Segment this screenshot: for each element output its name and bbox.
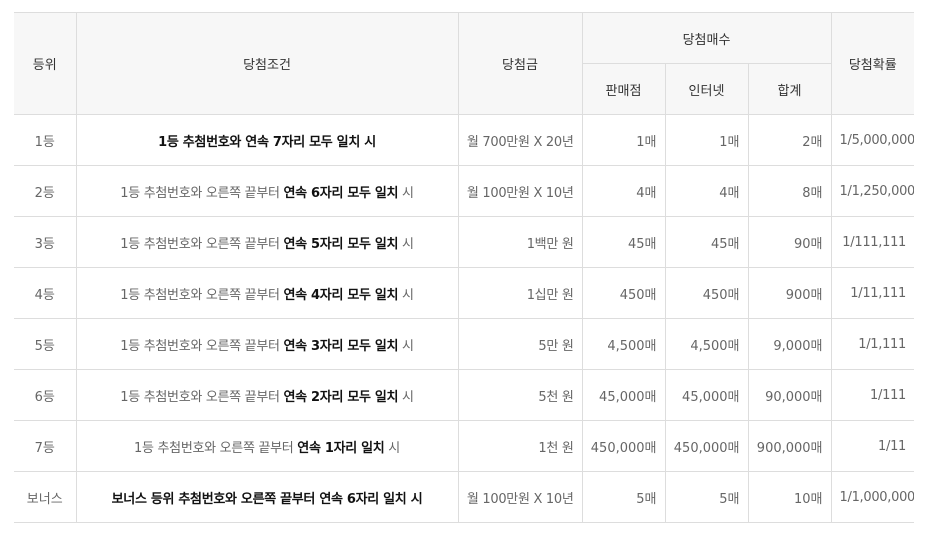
table-body: 1등 1등 추첨번호와 연속 7자리 모두 일치 시 월 700만원 X 20년… xyxy=(14,114,915,523)
condition-suffix: 시 xyxy=(398,287,414,303)
condition-suffix: 시 xyxy=(384,440,400,456)
internet-count-cell: 450매 xyxy=(664,267,749,319)
prize-cell: 월 700만원 X 20년 xyxy=(457,114,583,166)
header-store: 판매점 xyxy=(582,63,666,115)
prize-cell: 월 100만원 X 10년 xyxy=(457,471,583,523)
probability-cell: 1/111,111 xyxy=(830,216,915,268)
condition-cell: 보너스 등위 추첨번호와 오른쪽 끝부터 연속 6자리 일치 시 xyxy=(75,471,459,523)
store-count-cell: 45,000매 xyxy=(581,369,666,421)
prize-cell: 1천 원 xyxy=(457,420,583,472)
probability-cell: 1/1,000,000 xyxy=(830,471,915,523)
store-count-cell: 45매 xyxy=(581,216,666,268)
store-count-cell: 4,500매 xyxy=(581,318,666,370)
condition-suffix: 시 xyxy=(398,236,414,252)
condition-prefix: 1등 추첨번호와 오른쪽 끝부터 xyxy=(120,389,284,405)
condition-text: 1등 추첨번호와 연속 7자리 모두 일치 시 xyxy=(158,134,376,150)
condition-cell: 1등 추첨번호와 오른쪽 끝부터 연속 6자리 모두 일치 시 xyxy=(75,165,459,217)
rank-cell: 3등 xyxy=(14,216,77,268)
condition-cell: 1등 추첨번호와 오른쪽 끝부터 연속 4자리 모두 일치 시 xyxy=(75,267,459,319)
table-row: 4등 1등 추첨번호와 오른쪽 끝부터 연속 4자리 모두 일치 시 1십만 원… xyxy=(14,267,915,319)
rank-cell: 6등 xyxy=(14,369,77,421)
header-row-1: 등위 당첨조건 당첨금 당첨매수 당첨확률 xyxy=(14,12,915,115)
total-count-cell: 9,000매 xyxy=(747,318,832,370)
table-row: 1등 1등 추첨번호와 연속 7자리 모두 일치 시 월 700만원 X 20년… xyxy=(14,114,915,166)
total-count-cell: 900매 xyxy=(747,267,832,319)
table-row: 2등 1등 추첨번호와 오른쪽 끝부터 연속 6자리 모두 일치 시 월 100… xyxy=(14,165,915,217)
condition-cell: 1등 추첨번호와 연속 7자리 모두 일치 시 xyxy=(75,114,459,166)
condition-cell: 1등 추첨번호와 오른쪽 끝부터 연속 5자리 모두 일치 시 xyxy=(75,216,459,268)
probability-cell: 1/5,000,000 xyxy=(830,114,915,166)
internet-count-cell: 4,500매 xyxy=(664,318,749,370)
rank-cell: 7등 xyxy=(14,420,77,472)
table-row: 6등 1등 추첨번호와 오른쪽 끝부터 연속 2자리 모두 일치 시 5천 원 … xyxy=(14,369,915,421)
prize-table-container: 등위 당첨조건 당첨금 당첨매수 당첨확률 판매점 인터넷 합계 1등 1등 추… xyxy=(14,12,915,523)
probability-cell: 1/11,111 xyxy=(830,267,915,319)
total-count-cell: 90,000매 xyxy=(747,369,832,421)
condition-highlight: 연속 5자리 모두 일치 xyxy=(283,236,399,252)
prize-table: 등위 당첨조건 당첨금 당첨매수 당첨확률 판매점 인터넷 합계 1등 1등 추… xyxy=(14,12,915,523)
condition-prefix: 1등 추첨번호와 오른쪽 끝부터 xyxy=(134,440,298,456)
condition-cell: 1등 추첨번호와 오른쪽 끝부터 연속 3자리 모두 일치 시 xyxy=(75,318,459,370)
condition-cell: 1등 추첨번호와 오른쪽 끝부터 연속 2자리 모두 일치 시 xyxy=(75,369,459,421)
prize-cell: 5천 원 xyxy=(457,369,583,421)
internet-count-cell: 4매 xyxy=(664,165,749,217)
prize-cell: 5만 원 xyxy=(457,318,583,370)
internet-count-cell: 45매 xyxy=(664,216,749,268)
condition-highlight: 연속 1자리 일치 xyxy=(297,440,385,456)
prize-cell: 1십만 원 xyxy=(457,267,583,319)
condition-prefix: 1등 추첨번호와 오른쪽 끝부터 xyxy=(120,185,284,201)
total-count-cell: 2매 xyxy=(747,114,832,166)
probability-cell: 1/111 xyxy=(830,369,915,421)
total-count-cell: 8매 xyxy=(747,165,832,217)
table-row: 7등 1등 추첨번호와 오른쪽 끝부터 연속 1자리 일치 시 1천 원 450… xyxy=(14,420,915,472)
condition-text: 보너스 등위 추첨번호와 오른쪽 끝부터 연속 6자리 일치 시 xyxy=(111,491,423,507)
prize-cell: 월 100만원 X 10년 xyxy=(457,165,583,217)
condition-suffix: 시 xyxy=(398,185,414,201)
condition-suffix: 시 xyxy=(398,338,414,354)
condition-highlight: 연속 4자리 모두 일치 xyxy=(283,287,399,303)
table-header: 등위 당첨조건 당첨금 당첨매수 당첨확률 판매점 인터넷 합계 xyxy=(14,12,915,115)
header-probability: 당첨확률 xyxy=(830,12,915,115)
store-count-cell: 450,000매 xyxy=(581,420,666,472)
condition-highlight: 연속 3자리 모두 일치 xyxy=(283,338,399,354)
condition-highlight: 연속 6자리 모두 일치 xyxy=(283,185,399,201)
header-condition: 당첨조건 xyxy=(75,12,459,115)
table-row: 3등 1등 추첨번호와 오른쪽 끝부터 연속 5자리 모두 일치 시 1백만 원… xyxy=(14,216,915,268)
rank-cell: 4등 xyxy=(14,267,77,319)
condition-highlight: 연속 2자리 모두 일치 xyxy=(283,389,399,405)
store-count-cell: 5매 xyxy=(581,471,666,523)
header-winners: 당첨매수 xyxy=(581,12,832,64)
store-count-cell: 450매 xyxy=(581,267,666,319)
condition-suffix: 시 xyxy=(398,389,414,405)
total-count-cell: 10매 xyxy=(747,471,832,523)
header-total: 합계 xyxy=(747,63,832,115)
store-count-cell: 1매 xyxy=(581,114,666,166)
header-prize: 당첨금 xyxy=(457,12,583,115)
header-rank: 등위 xyxy=(14,12,77,115)
rank-cell: 보너스 xyxy=(14,471,77,523)
condition-cell: 1등 추첨번호와 오른쪽 끝부터 연속 1자리 일치 시 xyxy=(75,420,459,472)
total-count-cell: 90매 xyxy=(747,216,832,268)
rank-cell: 2등 xyxy=(14,165,77,217)
internet-count-cell: 450,000매 xyxy=(664,420,749,472)
total-count-cell: 900,000매 xyxy=(747,420,832,472)
prize-cell: 1백만 원 xyxy=(457,216,583,268)
probability-cell: 1/1,250,000 xyxy=(830,165,915,217)
rank-cell: 5등 xyxy=(14,318,77,370)
condition-prefix: 1등 추첨번호와 오른쪽 끝부터 xyxy=(120,338,284,354)
internet-count-cell: 5매 xyxy=(664,471,749,523)
condition-prefix: 1등 추첨번호와 오른쪽 끝부터 xyxy=(120,287,284,303)
probability-cell: 1/1,111 xyxy=(830,318,915,370)
table-row: 5등 1등 추첨번호와 오른쪽 끝부터 연속 3자리 모두 일치 시 5만 원 … xyxy=(14,318,915,370)
store-count-cell: 4매 xyxy=(581,165,666,217)
table-row: 보너스 보너스 등위 추첨번호와 오른쪽 끝부터 연속 6자리 일치 시 월 1… xyxy=(14,471,915,523)
internet-count-cell: 1매 xyxy=(664,114,749,166)
header-internet: 인터넷 xyxy=(664,63,749,115)
condition-prefix: 1등 추첨번호와 오른쪽 끝부터 xyxy=(120,236,284,252)
internet-count-cell: 45,000매 xyxy=(664,369,749,421)
probability-cell: 1/11 xyxy=(830,420,915,472)
rank-cell: 1등 xyxy=(14,114,77,166)
